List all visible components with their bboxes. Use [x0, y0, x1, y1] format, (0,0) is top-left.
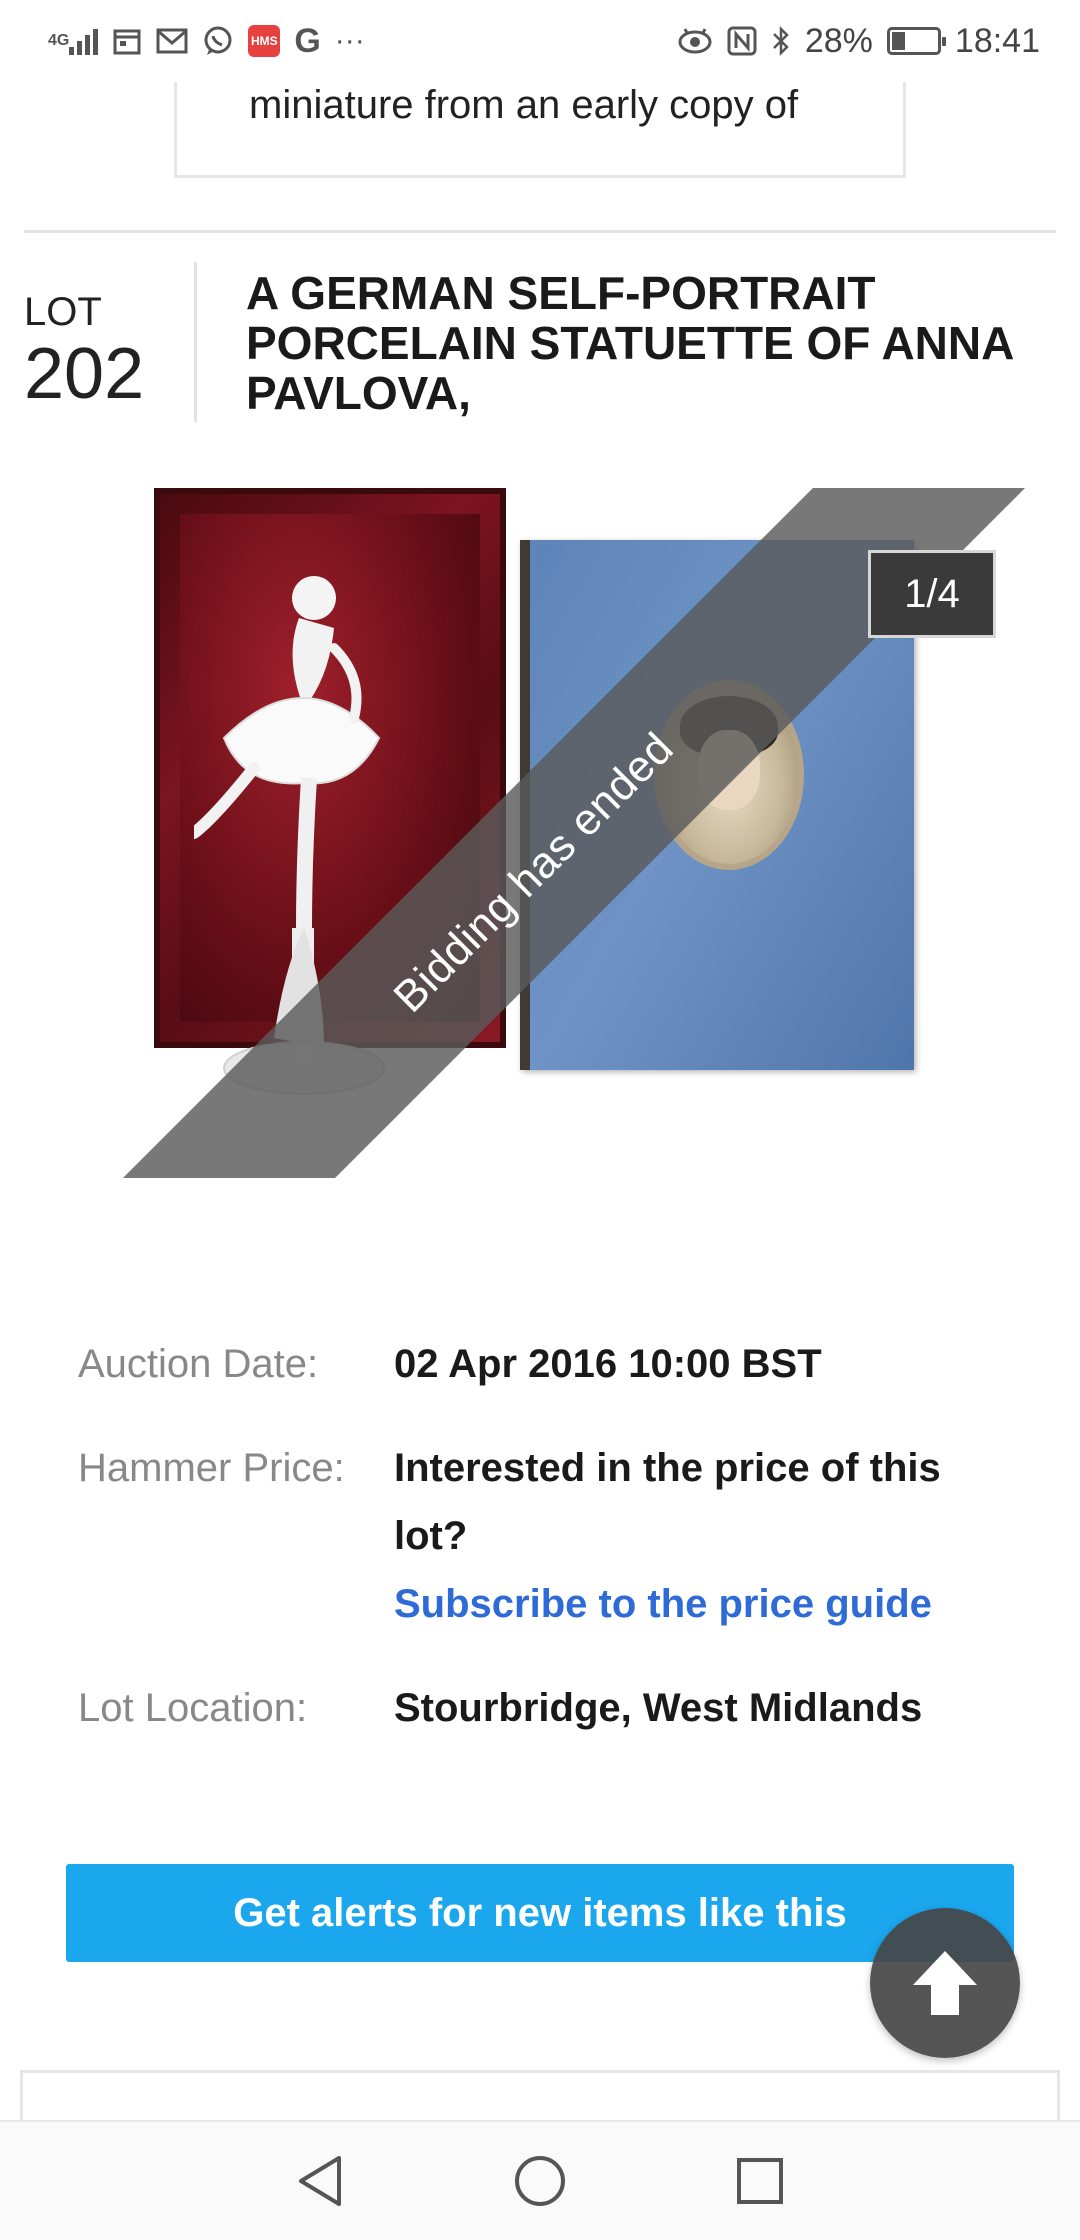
back-triangle-icon — [299, 2156, 341, 2206]
lot-label: LOT — [24, 290, 102, 334]
lot-image-gallery[interactable]: Bidding has ended 1/4 — [24, 488, 1056, 1178]
back-button[interactable] — [285, 2146, 355, 2216]
hammer-price-value: Interested in the price of this lot? Sub… — [394, 1434, 1018, 1638]
auction-date-row: Auction Date: 02 Apr 2016 10:00 BST — [78, 1330, 1018, 1398]
scroll-to-top-button[interactable] — [870, 1908, 1020, 2058]
lot-location-label: Lot Location: — [78, 1686, 308, 1730]
section-divider — [24, 230, 1056, 233]
auction-date-label: Auction Date: — [78, 1342, 319, 1386]
battery-percent: 28% — [804, 21, 873, 60]
auction-date-value: 02 Apr 2016 10:00 BST — [394, 1342, 822, 1386]
arrow-up-icon — [913, 1951, 977, 2015]
lot-title[interactable]: A GERMAN SELF-PORTRAIT PORCELAIN STATUET… — [246, 268, 1026, 418]
hms-icon: HMS — [248, 25, 281, 57]
lot-number-block: LOT 202 — [24, 290, 174, 414]
get-alerts-button[interactable]: Get alerts for new items like this — [66, 1864, 1014, 1962]
home-circle-icon — [515, 2156, 565, 2206]
network-type: 4G — [48, 32, 70, 49]
battery-icon — [886, 27, 946, 55]
lot-location-row: Lot Location: Stourbridge, West Midlands — [78, 1674, 1018, 1742]
home-button[interactable] — [505, 2146, 575, 2216]
subscribe-price-guide-link[interactable]: Subscribe to the price guide — [394, 1570, 1018, 1638]
lot-location-value: Stourbridge, West Midlands — [394, 1686, 923, 1730]
signal-icon: 4G — [48, 23, 99, 59]
hammer-price-label: Hammer Price: — [78, 1446, 345, 1490]
bluetooth-icon — [771, 23, 791, 59]
status-bar-right: 28% 18:41 — [677, 22, 1040, 61]
status-bar-left: 4G HMS G ··· — [48, 22, 365, 61]
hammer-price-text: Interested in the price of this lot? — [394, 1446, 941, 1558]
status-bar: 4G HMS G ··· 28% 18:41 — [0, 0, 1080, 82]
image-counter: 1/4 — [868, 550, 996, 638]
clock: 18:41 — [954, 21, 1040, 60]
previous-lot-card[interactable]: miniature from an early copy of — [174, 82, 906, 178]
whatsapp-icon — [202, 23, 234, 59]
hammer-price-row: Hammer Price: Interested in the price of… — [78, 1434, 1018, 1638]
previous-lot-description: miniature from an early copy of — [249, 83, 799, 127]
calendar-icon — [112, 23, 142, 59]
lot-number: 202 — [24, 334, 145, 414]
google-icon: G — [294, 21, 321, 60]
eye-icon — [677, 23, 713, 59]
more-icon: ··· — [334, 24, 365, 57]
lot-header-divider — [194, 262, 197, 422]
recents-square-icon — [737, 2158, 783, 2204]
gmail-icon — [156, 23, 188, 59]
lot-details: Auction Date: 02 Apr 2016 10:00 BST Hamm… — [78, 1330, 1018, 1778]
system-navigation-bar — [0, 2120, 1080, 2240]
nfc-icon — [727, 23, 757, 59]
recents-button[interactable] — [725, 2146, 795, 2216]
